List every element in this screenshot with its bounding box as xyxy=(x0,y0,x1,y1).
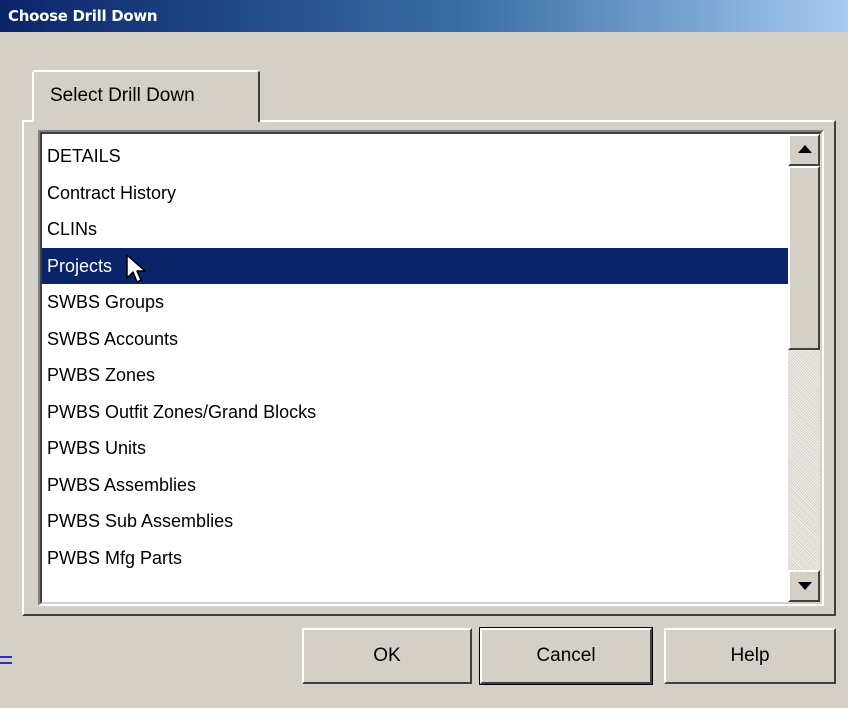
mouse-pointer-icon xyxy=(126,254,146,283)
cancel-button[interactable]: Cancel xyxy=(479,627,653,685)
vertical-scrollbar[interactable] xyxy=(788,134,820,602)
choose-drill-down-dialog: Choose Drill Down Select Drill Down DETA… xyxy=(0,0,848,708)
scrollbar-thumb[interactable] xyxy=(788,166,820,350)
list-item-swbs-groups[interactable]: SWBS Groups xyxy=(42,284,790,321)
drill-down-list[interactable]: DETAILS Contract History CLINs Projects … xyxy=(38,130,824,606)
list-item-clins[interactable]: CLINs xyxy=(42,211,790,248)
list-content: DETAILS Contract History CLINs Projects … xyxy=(40,132,822,604)
list-item-projects[interactable]: Projects xyxy=(42,247,790,284)
help-button[interactable]: Help xyxy=(664,628,836,684)
list-item-details[interactable]: DETAILS xyxy=(42,138,790,175)
list-item-contract-history[interactable]: Contract History xyxy=(42,175,790,212)
list-item-pwbs-units[interactable]: PWBS Units xyxy=(42,430,790,467)
list-item-pwbs-sub-assemblies[interactable]: PWBS Sub Assemblies xyxy=(42,503,790,540)
scroll-down-button[interactable] xyxy=(788,570,820,602)
title-bar[interactable]: Choose Drill Down xyxy=(0,0,848,32)
window-title: Choose Drill Down xyxy=(8,7,158,25)
tab-select-drill-down[interactable]: Select Drill Down xyxy=(32,70,260,122)
arrow-down-icon xyxy=(798,582,812,590)
list-item-swbs-accounts[interactable]: SWBS Accounts xyxy=(42,321,790,358)
list-items: DETAILS Contract History CLINs Projects … xyxy=(42,138,790,576)
tab-label: Select Drill Down xyxy=(50,85,195,106)
list-item-pwbs-outfit-zones-grand-blocks[interactable]: PWBS Outfit Zones/Grand Blocks xyxy=(42,394,790,431)
background-line xyxy=(0,662,12,664)
background-line xyxy=(0,656,12,658)
list-item-pwbs-assemblies[interactable]: PWBS Assemblies xyxy=(42,467,790,504)
scroll-up-button[interactable] xyxy=(788,134,820,166)
ok-button[interactable]: OK xyxy=(302,628,472,684)
arrow-up-icon xyxy=(798,145,812,153)
list-item-pwbs-mfg-parts[interactable]: PWBS Mfg Parts xyxy=(42,540,790,577)
list-item-pwbs-zones[interactable]: PWBS Zones xyxy=(42,357,790,394)
